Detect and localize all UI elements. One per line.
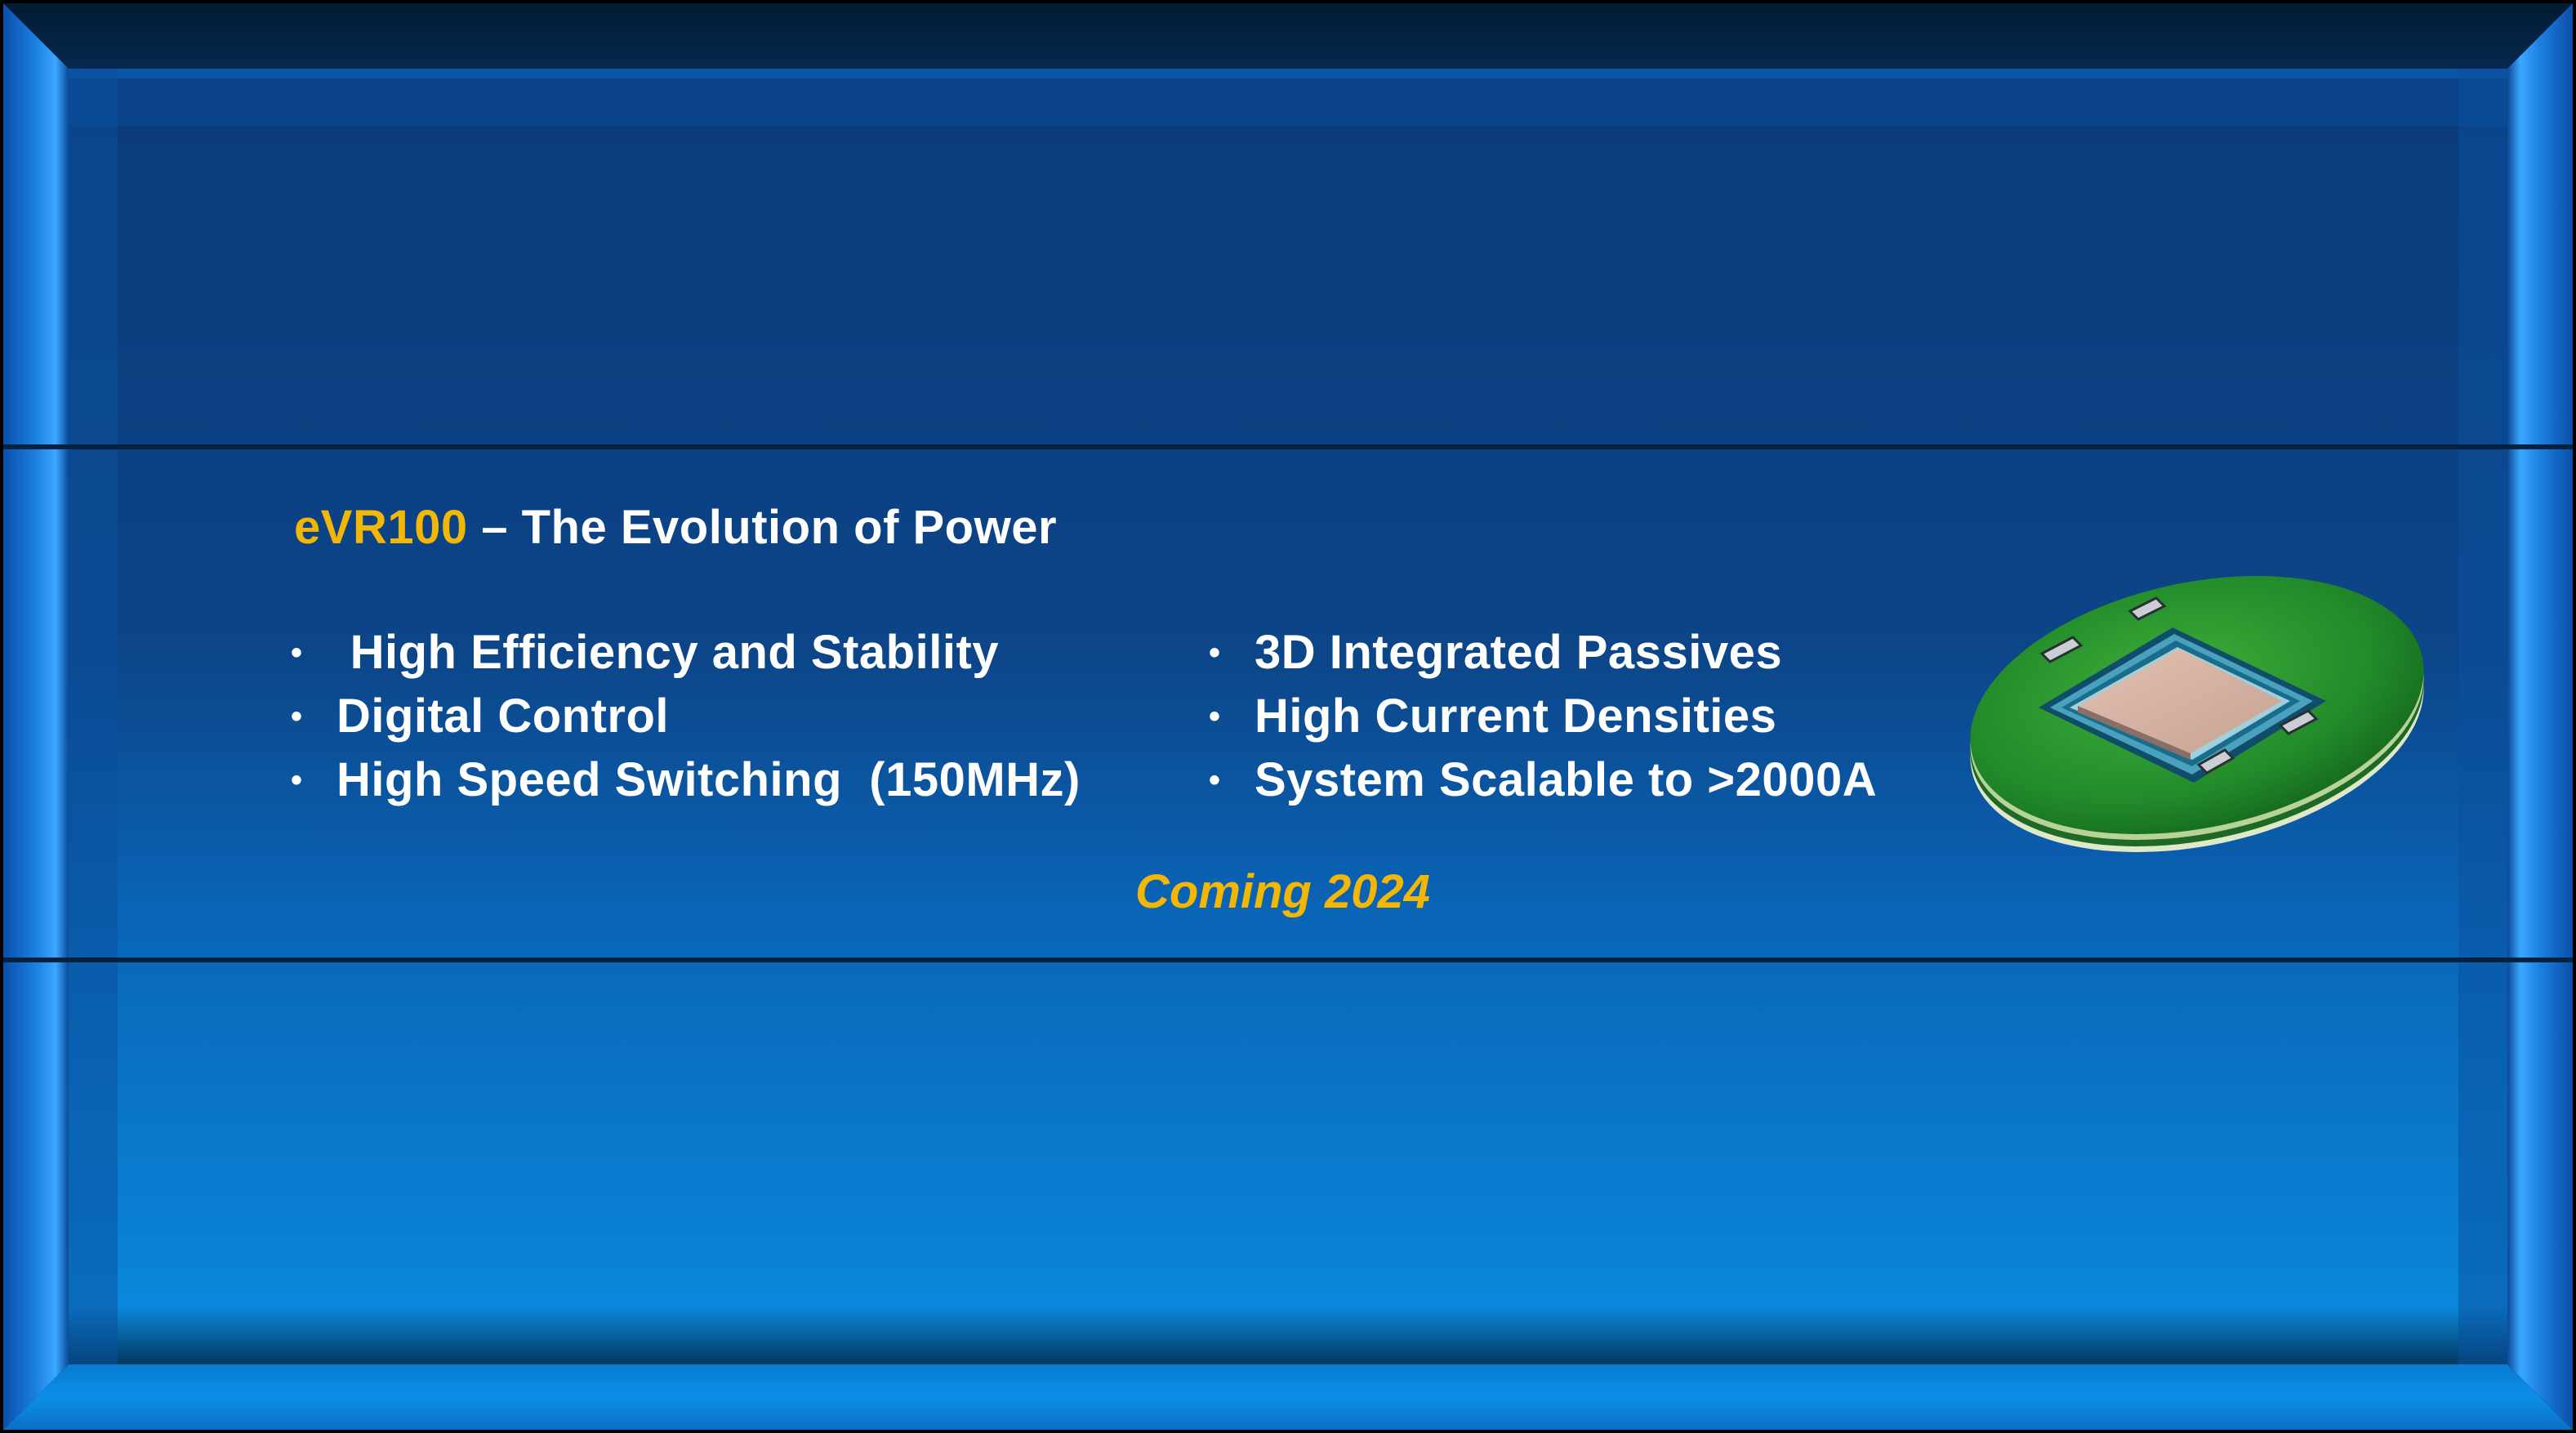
bullet-icon: • xyxy=(291,699,303,734)
feature-list-left: • High Efficiency and Stability • Digital… xyxy=(291,621,1081,812)
list-item: • High Speed Switching (150MHz) xyxy=(291,748,1081,812)
chip-module-icon xyxy=(1970,575,2424,853)
bullet-icon: • xyxy=(291,635,303,671)
feature-label: High Speed Switching (150MHz) xyxy=(336,753,1081,806)
feature-label: System Scalable to >2000A xyxy=(1255,753,1878,806)
feature-label: High Current Densities xyxy=(1255,690,1777,743)
feature-label: High Efficiency and Stability xyxy=(336,626,1000,679)
list-item: • System Scalable to >2000A xyxy=(1209,748,1877,812)
bullet-icon: • xyxy=(1209,762,1221,798)
list-item: • High Efficiency and Stability xyxy=(291,621,1081,685)
bullet-icon: • xyxy=(291,762,303,798)
product-name: eVR100 xyxy=(294,501,468,554)
slide: eVR100 – The Evolution of Power • High E… xyxy=(0,0,2576,1433)
bullet-icon: • xyxy=(1209,635,1221,671)
bullet-icon: • xyxy=(1209,699,1221,734)
feature-list-right: • 3D Integrated Passives • High Current De… xyxy=(1209,621,1877,812)
list-item: • Digital Control xyxy=(291,685,1081,748)
tagline: Coming 2024 xyxy=(1135,865,1430,918)
feature-label: Digital Control xyxy=(336,690,670,743)
page-title: eVR100 – The Evolution of Power xyxy=(294,500,1057,555)
feature-label: 3D Integrated Passives xyxy=(1255,626,1783,679)
title-rest: – The Evolution of Power xyxy=(467,501,1058,554)
list-item: • High Current Densities xyxy=(1209,685,1877,748)
list-item: • 3D Integrated Passives xyxy=(1209,621,1877,685)
